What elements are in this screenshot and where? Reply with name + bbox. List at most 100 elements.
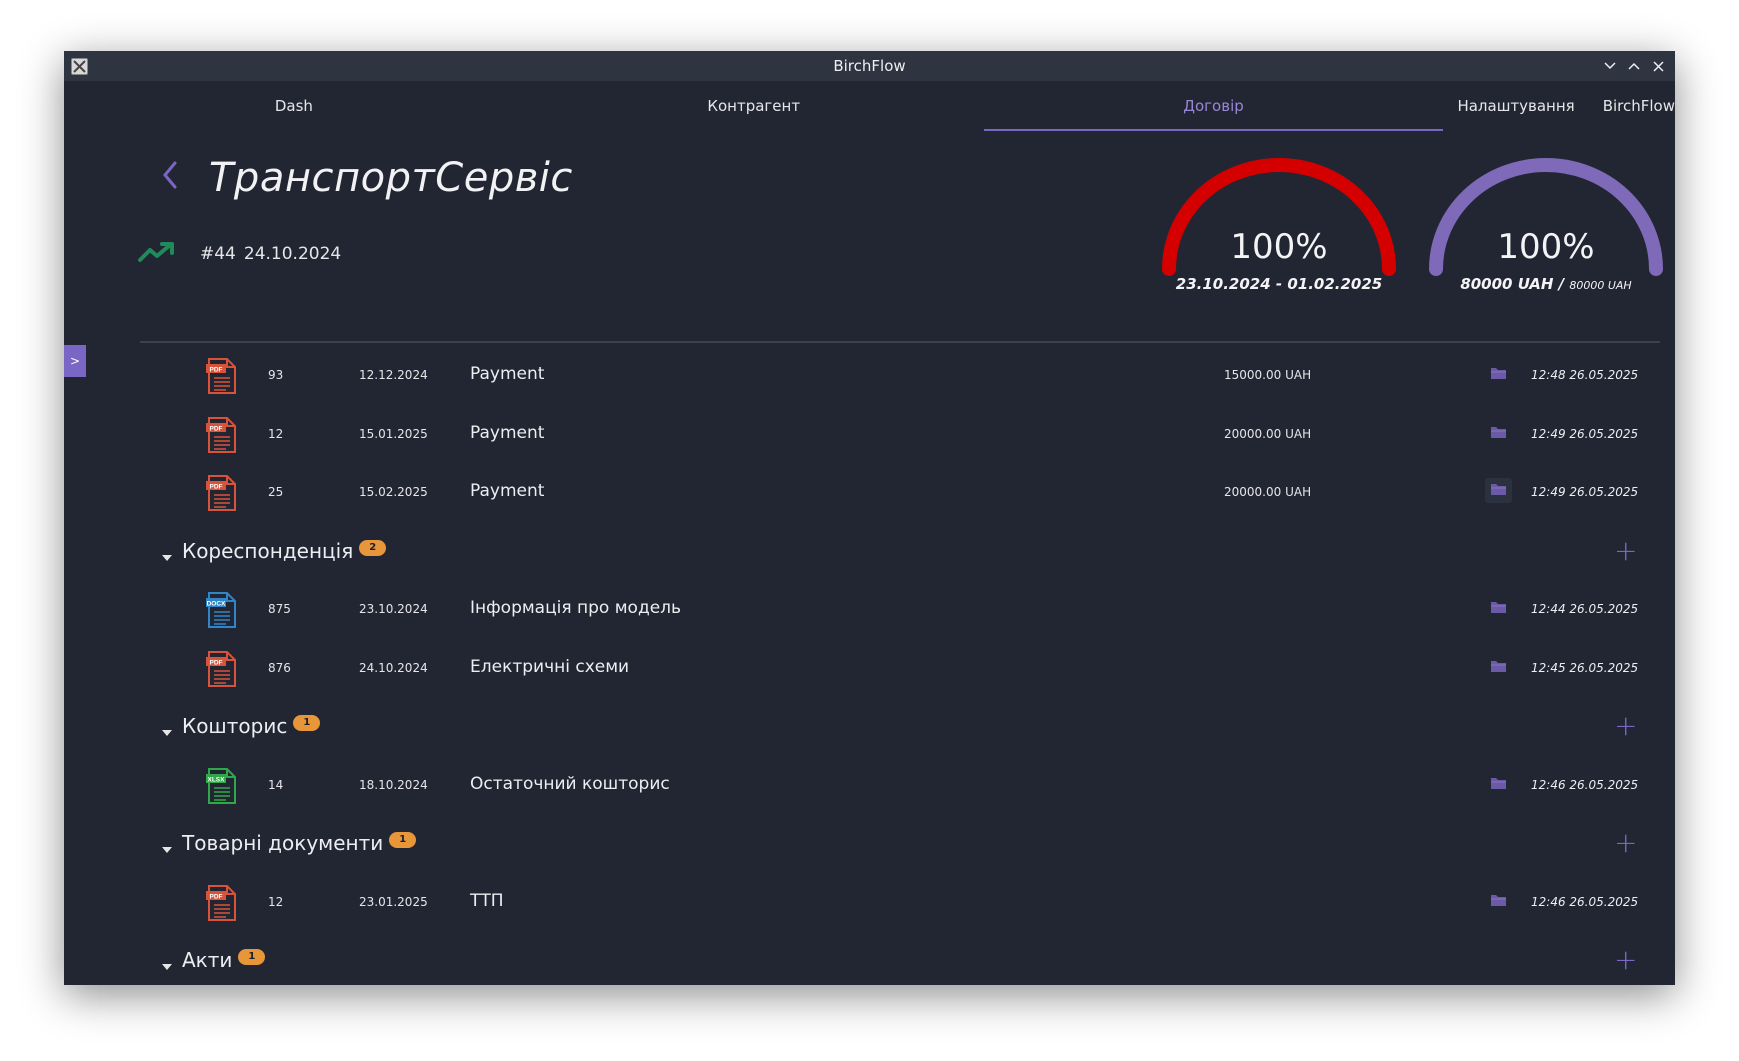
xlsx-file-icon[interactable]: XLSX (204, 767, 238, 809)
back-button[interactable] (156, 157, 184, 197)
money-gauge-total: 80000 UAH (1569, 279, 1632, 292)
folder-icon[interactable] (1490, 599, 1507, 618)
pdf-file-icon[interactable]: PDF (204, 357, 238, 399)
svg-text:PDF: PDF (210, 367, 223, 374)
page-title: ТранспортСервіс (209, 155, 573, 201)
caret-down-icon[interactable] (162, 722, 172, 741)
pdf-file-icon[interactable]: PDF (204, 650, 238, 692)
doc-date: 18.10.2024 (359, 777, 428, 792)
time-gauge-percent: 100% (1230, 227, 1328, 267)
doc-timestamp: 12:46 26.05.2025 (1531, 777, 1639, 792)
app-window: BirchFlow Dash Контрагент Договір Налашт… (64, 51, 1675, 985)
window-controls (1601, 56, 1667, 76)
caret-down-icon[interactable] (162, 956, 172, 975)
chevron-left-icon (162, 161, 178, 193)
section-title-text: Товарні документи (182, 831, 384, 855)
maximize-icon[interactable] (1625, 56, 1643, 76)
section-title-text: Кореспонденція (182, 538, 354, 563)
minimize-icon[interactable] (1601, 56, 1619, 76)
money-gauge-paid: 80000 UAH / (1460, 275, 1565, 293)
svg-text:PDF: PDF (210, 659, 223, 666)
nav-settings[interactable]: Налаштування (1457, 97, 1574, 115)
close-icon[interactable] (1649, 56, 1667, 76)
pdf-file-icon[interactable]: PDF (204, 474, 238, 516)
tab-dash[interactable]: Dash (64, 81, 524, 131)
doc-date: 23.10.2024 (359, 602, 428, 616)
folder-icon[interactable] (1490, 775, 1507, 794)
add-icon[interactable]: + (1614, 946, 1637, 974)
nav-right: Налаштування BirchFlow (1443, 81, 1675, 131)
doc-number: 14 (268, 777, 284, 792)
doc-number: 12 (268, 426, 284, 441)
pdf-file-icon[interactable]: PDF (204, 884, 238, 926)
doc-date: 15.01.2025 (359, 426, 428, 441)
list-item[interactable]: PDF 25 15.02.2025 Payment 20000.00 UAH 1… (64, 464, 1675, 523)
doc-timestamp: 12:48 26.05.2025 (1531, 368, 1639, 382)
tab-kontragent[interactable]: Контрагент (524, 81, 984, 131)
section-correspondence: Кореспонденція 2 + (64, 523, 1675, 582)
nav-bar: Dash Контрагент Договір Налаштування Bir… (64, 81, 1675, 131)
doc-number: 876 (268, 660, 291, 675)
doc-number: 12 (268, 894, 284, 909)
add-icon[interactable]: + (1614, 536, 1637, 565)
list-item[interactable]: PDF 12 15.01.2025 Payment 20000.00 UAH 1… (64, 406, 1675, 465)
doc-name: Payment (470, 422, 545, 443)
window-title: BirchFlow (833, 57, 906, 75)
svg-text:PDF: PDF (210, 893, 223, 900)
section-acts: Акти 1 + (64, 932, 1675, 985)
contract-header: ТранспортСервіс #44 24.10.2024 100% 23.10… (64, 131, 1675, 345)
list-item[interactable]: DOCX 875 23.10.2024 Інформація про модел… (64, 581, 1675, 640)
section-title-text: Акти (182, 948, 233, 972)
svg-text:DOCX: DOCX (207, 601, 226, 608)
money-gauge-percent: 100% (1497, 227, 1595, 267)
list-item[interactable]: PDF 93 12.12.2024 Payment 15000.00 UAH 1… (64, 347, 1675, 406)
list-item[interactable]: PDF 12 23.01.2025 ТТП 12:46 26.05.2025 (64, 874, 1675, 933)
folder-icon[interactable] (1490, 365, 1507, 384)
app-icon (71, 58, 88, 75)
folder-icon[interactable] (1490, 892, 1507, 911)
add-icon[interactable]: + (1614, 829, 1637, 857)
tab-dogovir[interactable]: Договір (983, 81, 1444, 131)
doc-timestamp: 12:45 26.05.2025 (1531, 660, 1639, 675)
trending-up-icon (138, 241, 174, 267)
contract-info: #44 24.10.2024 (200, 244, 341, 264)
doc-date: 15.02.2025 (359, 485, 428, 499)
doc-timestamp: 12:49 26.05.2025 (1531, 426, 1639, 441)
folder-icon[interactable] (1490, 424, 1507, 443)
money-gauge-amount: 80000 UAH / 80000 UAH (1426, 275, 1666, 293)
pdf-file-icon[interactable]: PDF (204, 416, 238, 458)
doc-timestamp: 12:44 26.05.2025 (1531, 602, 1639, 616)
count-badge: 2 (359, 539, 387, 556)
caret-down-icon[interactable] (162, 547, 172, 566)
add-icon[interactable]: + (1614, 712, 1637, 740)
section-estimate: Кошторис 1 + (64, 698, 1675, 757)
section-title[interactable]: Кореспонденція 2 (182, 538, 387, 563)
svg-text:XLSX: XLSX (208, 776, 226, 783)
list-item[interactable]: XLSX 14 18.10.2024 Остаточний кошторис 1… (64, 757, 1675, 816)
nav-birchflow[interactable]: BirchFlow (1603, 97, 1675, 115)
section-goods-documents: Товарні документи 1 + (64, 815, 1675, 874)
section-title[interactable]: Кошторис 1 (182, 714, 321, 738)
doc-name: Остаточний кошторис (470, 773, 670, 794)
doc-name: Payment (470, 364, 545, 384)
header-divider (140, 341, 1660, 343)
doc-amount: 20000.00 UAH (1224, 426, 1312, 441)
doc-date: 23.01.2025 (359, 894, 428, 909)
svg-text:PDF: PDF (210, 425, 223, 432)
section-title[interactable]: Товарні документи 1 (182, 831, 417, 855)
caret-down-icon[interactable] (162, 839, 172, 858)
doc-amount: 15000.00 UAH (1224, 368, 1312, 382)
docx-file-icon[interactable]: DOCX (204, 591, 238, 633)
count-badge: 1 (389, 832, 417, 848)
count-badge: 1 (238, 949, 266, 965)
count-badge: 1 (293, 715, 321, 731)
list-item[interactable]: PDF 876 24.10.2024 Електричні схеми 12:4… (64, 640, 1675, 699)
doc-amount: 20000.00 UAH (1224, 485, 1312, 499)
section-title[interactable]: Акти 1 (182, 948, 266, 972)
document-list: PDF 93 12.12.2024 Payment 15000.00 UAH 1… (64, 347, 1675, 985)
folder-icon[interactable] (1490, 658, 1507, 677)
folder-icon[interactable] (1485, 478, 1512, 503)
contract-date: 24.10.2024 (243, 244, 342, 264)
doc-name: Електричні схеми (470, 656, 630, 677)
doc-name: Інформація про модель (470, 598, 682, 618)
